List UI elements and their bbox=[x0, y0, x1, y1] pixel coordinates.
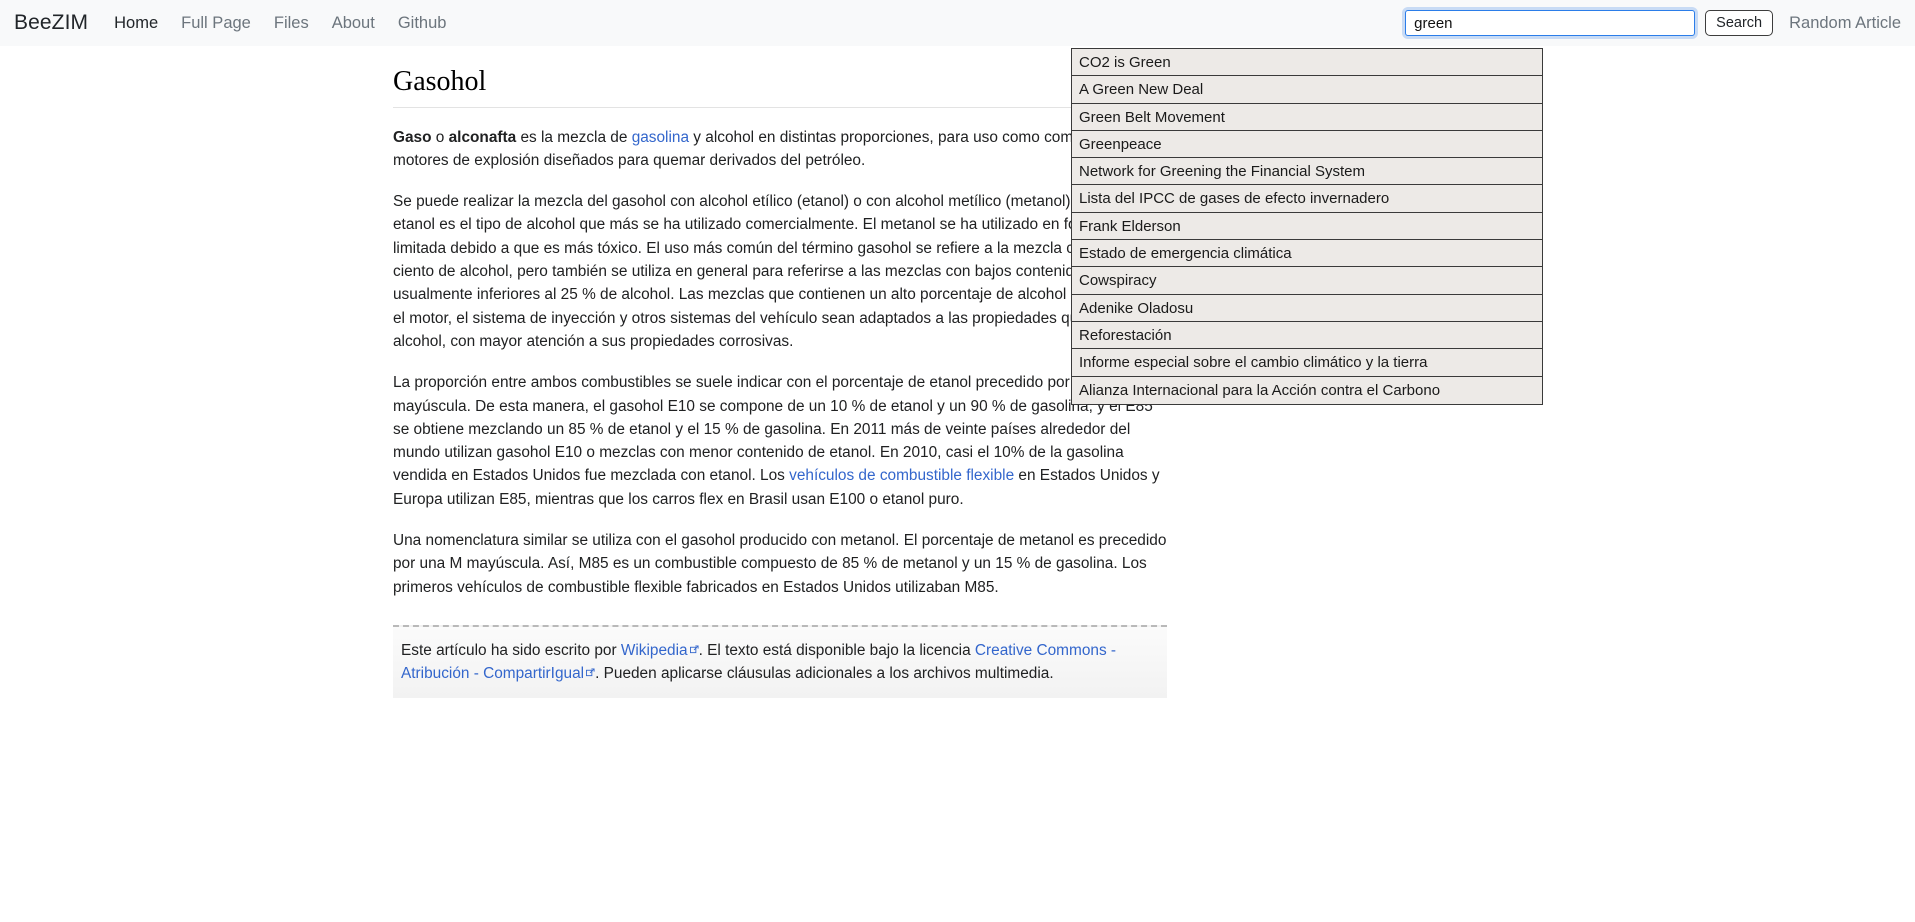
attribution-suffix: . Pueden aplicarse cláusulas adicionales… bbox=[595, 665, 1054, 683]
article-paragraph-2: Se puede realizar la mezcla del gasohol … bbox=[393, 193, 1169, 350]
suggestion-item[interactable]: Green Belt Movement bbox=[1072, 103, 1542, 131]
suggestion-item[interactable]: Cowspiracy bbox=[1072, 267, 1542, 295]
search-suggestions-dropdown[interactable]: CO2 is Green A Green New Deal Green Belt M… bbox=[1071, 48, 1543, 405]
brand-logo[interactable]: BeeZIM bbox=[14, 11, 88, 35]
link-vehiculos-combustible-flexible[interactable]: vehículos de combustible flexible bbox=[789, 467, 1014, 484]
nav-item-about[interactable]: About bbox=[332, 14, 375, 33]
nav-links: Home Full Page Files About Github bbox=[114, 14, 446, 33]
attribution-middle: . El texto está disponible bajo la licen… bbox=[698, 641, 975, 659]
attribution-box: Este artículo ha sido escrito por Wikipe… bbox=[393, 624, 1167, 698]
p1-mid2: es la mezcla de bbox=[516, 128, 632, 146]
suggestion-item[interactable]: Reforestación bbox=[1072, 321, 1542, 350]
page-title: Gasohol bbox=[393, 65, 1173, 108]
external-link-icon bbox=[689, 638, 699, 654]
suggestion-item[interactable]: Network for Greening the Financial Syste… bbox=[1072, 158, 1542, 186]
navbar-right-group: Search Random Article bbox=[1405, 0, 1901, 46]
suggestion-item[interactable]: Informe especial sobre el cambio climáti… bbox=[1072, 349, 1542, 377]
suggestion-item[interactable]: Adenike Oladosu bbox=[1072, 294, 1542, 322]
attribution-prefix: Este artículo ha sido escrito por bbox=[401, 641, 621, 659]
article-paragraph-1: Gaso o alconafta es la mezcla de gasolin… bbox=[393, 126, 1173, 173]
lead-term-2: alconafta bbox=[448, 128, 517, 146]
nav-item-full-page[interactable]: Full Page bbox=[181, 14, 251, 33]
search-input[interactable] bbox=[1405, 10, 1696, 36]
random-article-link[interactable]: Random Article bbox=[1789, 14, 1901, 33]
article-paragraph-3: La proporción entre ambos combustibles s… bbox=[393, 371, 1173, 511]
search-button[interactable]: Search bbox=[1705, 10, 1774, 36]
attribution-text: Este artículo ha sido escrito por Wikipe… bbox=[401, 639, 1153, 686]
suggestion-item[interactable]: Frank Elderson bbox=[1072, 212, 1542, 241]
suggestion-item[interactable]: Estado de emergencia climática bbox=[1072, 240, 1542, 268]
suggestion-item[interactable]: CO2 is Green bbox=[1072, 49, 1542, 77]
suggestion-item[interactable]: Lista del IPCC de gases de efecto invern… bbox=[1072, 185, 1542, 213]
nav-item-files[interactable]: Files bbox=[274, 14, 309, 33]
suggestion-item[interactable]: A Green New Deal bbox=[1072, 76, 1542, 104]
article: Gasohol Gaso o alconafta es la mezcla de… bbox=[393, 65, 1173, 698]
external-link-icon-license bbox=[586, 661, 595, 677]
wikipedia-link[interactable]: Wikipedia bbox=[621, 642, 688, 659]
top-navbar: BeeZIM Home Full Page Files About Github… bbox=[0, 0, 1915, 46]
link-gasolina[interactable]: gasolina bbox=[632, 129, 689, 146]
nav-item-github[interactable]: Github bbox=[398, 14, 447, 33]
suggestion-item[interactable]: Greenpeace bbox=[1072, 130, 1542, 159]
nav-item-home[interactable]: Home bbox=[114, 14, 158, 33]
article-paragraph-4: Una nomenclatura similar se utiliza con … bbox=[393, 532, 1167, 596]
content-area: Gasohol Gaso o alconafta es la mezcla de… bbox=[0, 46, 1915, 698]
p1-mid1: o bbox=[431, 128, 449, 146]
lead-term-1: Gaso bbox=[393, 128, 432, 146]
suggestion-item[interactable]: Alianza Internacional para la Acción con… bbox=[1072, 376, 1542, 404]
